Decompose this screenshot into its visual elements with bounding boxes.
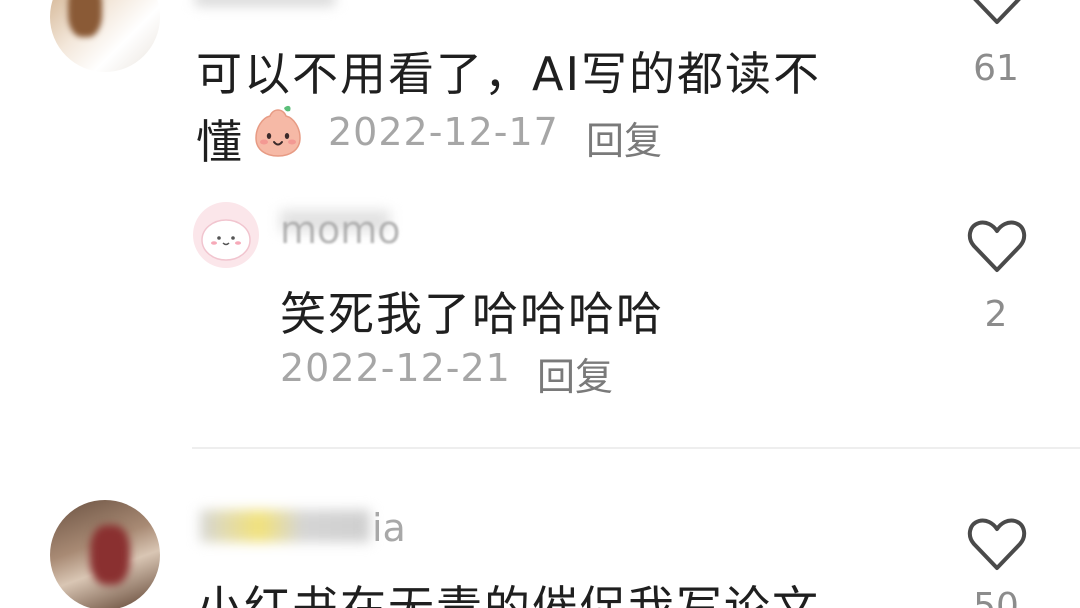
heart-outline-icon[interactable]: [966, 516, 1028, 572]
heart-outline-icon[interactable]: [966, 0, 1028, 26]
reply-button[interactable]: 回复: [537, 346, 613, 401]
comment-list: 可以不用看了，AI写的都读不 懂 2022-12-17 回复 61 momo 笑…: [0, 0, 1080, 608]
username[interactable]: ia: [372, 506, 406, 550]
comment-date: 2022-12-17: [328, 110, 559, 154]
divider: [192, 447, 1080, 449]
comment-text: 可以不用看了，AI写的都读不: [196, 47, 822, 101]
like-count: 50: [973, 586, 1019, 608]
like-count: 61: [973, 48, 1019, 89]
reply-button[interactable]: 回复: [586, 110, 662, 165]
heart-outline-icon[interactable]: [966, 218, 1028, 274]
comment-text: 笑死我了哈哈哈哈: [280, 287, 664, 341]
comment-text-continued: 懂: [196, 115, 244, 169]
smiling-face-emoji: [250, 104, 306, 160]
username[interactable]: momo: [280, 208, 401, 252]
avatar[interactable]: [50, 0, 160, 72]
avatar[interactable]: [193, 202, 259, 268]
avatar[interactable]: [50, 500, 160, 608]
like-count: 2: [984, 294, 1008, 335]
username-redacted: [200, 510, 370, 542]
comment-date: 2022-12-21: [280, 346, 511, 390]
comment-text: 小红书在无责的催促我写论文: [196, 581, 820, 608]
username-redacted: [195, 0, 335, 6]
